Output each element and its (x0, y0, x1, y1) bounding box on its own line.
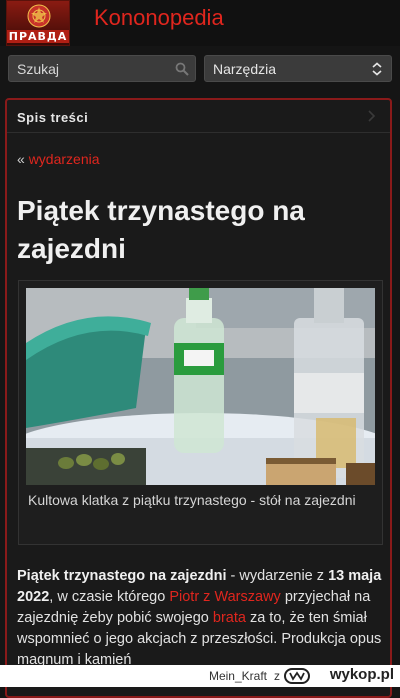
search-input[interactable] (9, 56, 169, 81)
chevron-right-icon (368, 110, 376, 122)
emblem-icon (27, 4, 51, 28)
breadcrumb-prefix: « (17, 151, 25, 167)
article-link-brata[interactable]: brata (213, 610, 246, 626)
toc-label: Spis treści (17, 110, 89, 125)
site-logo[interactable]: ПРАВДА (6, 0, 70, 46)
watermark-user: Mein_Kraft (208, 669, 267, 683)
top-bar: ПРАВДА Kononopedia (0, 0, 400, 46)
photo-image[interactable] (26, 288, 375, 485)
figure: Kultowa klatka z piątku trzynastego - st… (18, 280, 383, 545)
watermark-z: z (274, 669, 280, 683)
tools-select[interactable]: Narzędzia (204, 55, 392, 82)
article-text-2: , w czasie którego (49, 589, 170, 605)
logo-text: ПРАВДА (7, 30, 69, 43)
watermark-bar: Mein_Kraft z wykop.pl (0, 665, 400, 687)
wykop-logo-icon (284, 668, 310, 684)
search-box[interactable] (8, 55, 196, 82)
breadcrumb-link[interactable]: wydarzenia (29, 151, 100, 167)
watermark-site: wykop.pl (329, 666, 394, 683)
content-panel: Spis treści « wydarzenia Piątek trzynast… (5, 98, 392, 698)
search-icon[interactable] (175, 62, 189, 76)
page-title: Piątek trzynastego na zajezdni (17, 195, 305, 264)
breadcrumb: « wydarzenia (17, 151, 100, 167)
article-bold-title: Piątek trzynastego na zajezdni (17, 568, 227, 584)
article-text: Piątek trzynastego na zajezdni - wydarze… (17, 566, 382, 671)
tools-label: Narzędzia (213, 61, 277, 77)
chevron-updown-icon (372, 62, 382, 76)
toc-toggle[interactable]: Spis treści (7, 100, 390, 133)
article-text-1: - wydarzenie z (226, 568, 329, 584)
site-title[interactable]: Kononopedia (94, 5, 224, 31)
figure-caption: Kultowa klatka z piątku trzynastego - st… (28, 492, 356, 508)
article-link-piotr[interactable]: Piotr z Warszawy (169, 589, 280, 605)
